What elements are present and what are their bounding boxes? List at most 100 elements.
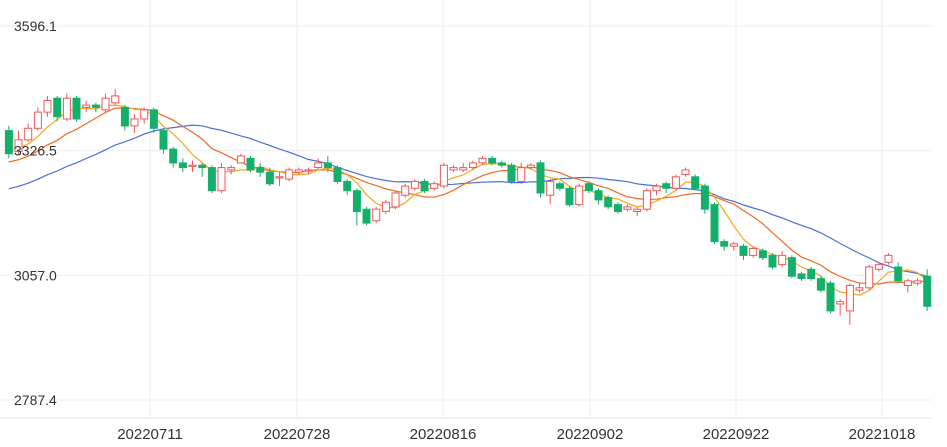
candle-up: [845, 283, 854, 325]
y-axis-ticks: 3596.1 3326.5 3057.0 2787.4: [14, 18, 57, 408]
candle-down: [352, 188, 361, 226]
candle-body: [362, 208, 371, 224]
candle-down: [700, 183, 709, 214]
candle-body: [526, 164, 535, 168]
x-tick-label: 20220816: [410, 426, 477, 443]
candle-down: [555, 181, 564, 191]
ma-long-line: [8, 124, 928, 278]
candle-body: [478, 157, 487, 164]
candle-down: [4, 125, 13, 159]
candle-up: [24, 123, 33, 143]
candle-down: [826, 280, 835, 314]
candle-body: [555, 183, 564, 189]
candle-down: [758, 248, 767, 261]
candle-body: [720, 241, 729, 247]
candle-body: [53, 97, 62, 118]
candle-up: [33, 107, 42, 131]
candle-body: [323, 162, 332, 168]
candle-down: [198, 162, 207, 177]
candle-up: [575, 183, 584, 207]
candle-body: [749, 248, 758, 256]
candle-up: [82, 100, 91, 113]
candle-body: [275, 176, 284, 179]
candle-body: [304, 169, 313, 172]
candle-up: [459, 162, 468, 173]
candle-body: [333, 167, 342, 183]
candle-body: [874, 264, 883, 270]
candle-up: [778, 250, 787, 267]
candle-down: [362, 206, 371, 226]
candle-body: [401, 185, 410, 196]
y-tick-label: 3057.0: [14, 267, 57, 283]
candle-body: [33, 111, 42, 129]
candle-body: [449, 167, 458, 171]
candle-body: [294, 169, 303, 173]
candle-down: [720, 239, 729, 251]
candle-down: [256, 162, 265, 177]
candle-body: [343, 180, 352, 192]
candle-up: [836, 299, 845, 316]
candle-body: [24, 127, 33, 141]
x-tick-label: 20220711: [117, 426, 183, 443]
candle-down: [120, 105, 129, 131]
candlestick-chart: 3596.1 3326.5 3057.0 2787.4 20220711 2022072…: [0, 0, 932, 443]
candle-body: [391, 192, 400, 208]
x-tick-label: 20220728: [264, 426, 331, 443]
candle-body: [768, 254, 777, 268]
candle-up: [130, 114, 139, 133]
candle-up: [623, 204, 632, 212]
candle-body: [700, 185, 709, 210]
candle-down: [246, 156, 255, 173]
candle-down: [169, 146, 178, 168]
candle-body: [246, 157, 255, 171]
candle-down: [420, 179, 429, 193]
candle-body: [488, 157, 497, 164]
candle-body: [72, 97, 81, 120]
candle-up: [526, 162, 535, 170]
candle-body: [691, 176, 700, 189]
candle-up: [633, 206, 642, 217]
candle-body: [82, 104, 91, 108]
candle-body: [120, 106, 129, 127]
candle-down: [768, 253, 777, 270]
candle-body: [285, 169, 294, 180]
candle-body: [43, 100, 52, 113]
candle-up: [43, 95, 52, 117]
candle-body: [816, 278, 825, 291]
candle-body: [613, 204, 622, 213]
candle-down: [91, 102, 100, 113]
candle-up: [275, 172, 284, 187]
candle-down: [787, 255, 796, 279]
candle-body: [236, 155, 245, 164]
candle-down: [565, 186, 574, 207]
candle-down: [807, 266, 816, 281]
candle-down: [816, 276, 825, 293]
candle-body: [681, 169, 690, 175]
candle-body: [314, 162, 323, 168]
candle-up: [101, 93, 110, 113]
candle-down: [536, 160, 545, 198]
candle-up: [671, 174, 680, 191]
candle-down: [343, 179, 352, 196]
x-tick-label: 20220902: [557, 426, 624, 443]
candle-up: [855, 283, 864, 293]
candle-down: [178, 158, 187, 173]
candle-down: [691, 174, 700, 191]
candle-body: [430, 183, 439, 189]
candle-body: [410, 180, 419, 189]
candle-up: [410, 179, 419, 191]
candle-body: [439, 164, 448, 187]
candle-body: [671, 176, 680, 189]
candle-body: [372, 208, 381, 222]
candle-body: [758, 250, 767, 259]
candle-body: [565, 187, 574, 206]
candle-up: [227, 165, 236, 175]
candle-down: [594, 188, 603, 205]
candle-up: [865, 264, 874, 291]
candle-body: [159, 130, 168, 150]
candle-body: [894, 266, 903, 282]
candle-down: [662, 181, 671, 193]
y-tick-label: 3326.5: [14, 143, 57, 159]
candle-body: [923, 275, 932, 307]
candle-body: [169, 148, 178, 164]
